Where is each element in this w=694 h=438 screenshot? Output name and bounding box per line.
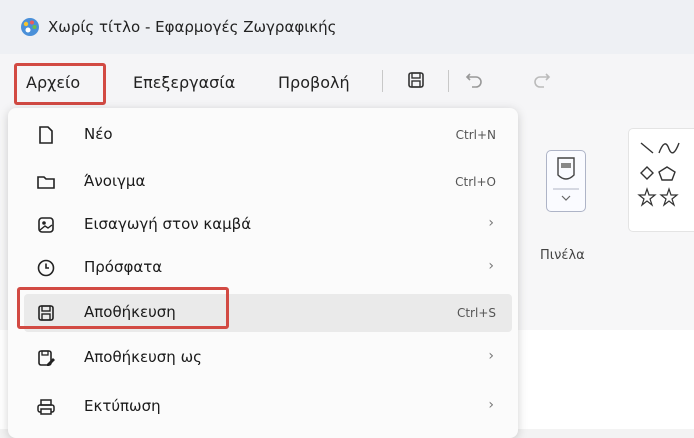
menu-item-label: Εισαγωγή στον καμβά [84, 215, 252, 233]
menu-item-label: Πρόσφατα [84, 258, 163, 276]
import-image-icon [38, 217, 54, 233]
save-icon[interactable] [402, 66, 430, 94]
file-menu-highlight [14, 63, 106, 105]
paint-app-icon [21, 18, 39, 36]
chevron-right-icon: › [488, 215, 494, 231]
redo-icon[interactable] [528, 66, 556, 94]
menu-view[interactable]: Προβολή [278, 73, 350, 92]
file-menu-dropdown: Νέο Ctrl+N Άνοιγμα Ctrl+O Εισαγωγή στον … [8, 108, 518, 438]
chevron-right-icon: › [488, 348, 494, 364]
folder-icon [37, 176, 55, 189]
menu-item-label: Άνοιγμα [84, 172, 146, 190]
chevron-right-icon: › [488, 258, 494, 274]
shapes-panel [628, 128, 694, 232]
menu-item-import-to-canvas[interactable]: Εισαγωγή στον καμβά › [24, 206, 512, 244]
shortcut-label: Ctrl+S [456, 306, 496, 320]
save-item-highlight [17, 287, 229, 329]
shortcut-label: Ctrl+O [455, 175, 496, 189]
menu-item-print[interactable]: Εκτύπωση › [24, 388, 512, 426]
shortcut-label: Ctrl+N [455, 128, 496, 142]
save-as-icon [38, 350, 55, 366]
title-bar: Χωρίς τίτλο - Εφαρμογές Ζωγραφικής [0, 0, 694, 54]
menu-item-new[interactable]: Νέο Ctrl+N [24, 116, 512, 154]
menu-item-save-as[interactable]: Αποθήκευση ως › [24, 339, 512, 377]
menu-item-recent[interactable]: Πρόσφατα › [24, 249, 512, 287]
menu-item-open[interactable]: Άνοιγμα Ctrl+O [24, 163, 512, 201]
brushes-label: Πινέλα [540, 248, 585, 263]
clock-icon [37, 259, 55, 277]
menubar-divider [382, 70, 383, 92]
menubar-divider [448, 70, 449, 92]
menu-edit[interactable]: Επεξεργασία [133, 73, 235, 92]
brush-button[interactable] [546, 150, 586, 212]
undo-icon[interactable] [460, 66, 488, 94]
new-file-icon [39, 126, 53, 144]
menu-item-label: Αποθήκευση ως [84, 348, 202, 366]
window-title: Χωρίς τίτλο - Εφαρμογές Ζωγραφικής [48, 18, 337, 36]
chevron-right-icon: › [488, 397, 494, 413]
print-icon [37, 399, 55, 415]
menu-item-label: Εκτύπωση [84, 397, 161, 415]
menu-item-label: Νέο [84, 125, 113, 143]
